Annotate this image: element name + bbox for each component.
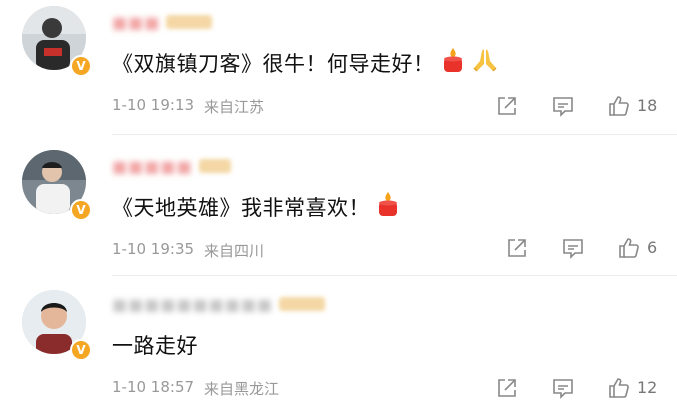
verified-badge: V <box>70 55 92 77</box>
comment-text: 《天地英雄》我非常喜欢！ <box>112 195 370 220</box>
comment-item-2: V ■■■■■ 《天地英雄》我非常喜欢！ 1-10 19:35 来自四川 6 <box>0 140 677 275</box>
comment-meta: 1-10 19:35 来自四川 <box>112 240 264 261</box>
comment-text-row: 《天地英雄》我非常喜欢！ <box>112 190 400 223</box>
location: 来自四川 <box>204 242 265 260</box>
comment-meta: 1-10 19:13 来自江苏 <box>112 96 264 117</box>
comment-icon[interactable] <box>561 236 585 260</box>
comment-item-3: V ■■■■■■■■■■ 一路走好 1-10 18:57 来自黑龙江 12 <box>0 280 677 415</box>
praying-hands-emoji <box>471 46 499 79</box>
candle-emoji <box>441 46 465 79</box>
thumbs-up-icon[interactable] <box>617 236 641 260</box>
level-badge <box>279 297 326 311</box>
username[interactable]: ■■■ <box>112 12 213 32</box>
comment-text-row: 《双旗镇刀客》很牛！何导走好！ <box>112 46 499 79</box>
like-count: 12 <box>637 378 658 397</box>
level-badge <box>198 159 231 173</box>
comment-meta: 1-10 18:57 来自黑龙江 <box>112 378 279 399</box>
comment-text: 一路走好 <box>112 334 198 358</box>
like-count: 6 <box>647 238 658 257</box>
comment-text: 《双旗镇刀客》很牛！何导走好！ <box>112 51 435 76</box>
location: 来自黑龙江 <box>204 380 280 398</box>
share-icon[interactable] <box>505 236 529 260</box>
verified-badge: V <box>70 199 92 221</box>
candle-emoji <box>376 190 400 223</box>
timestamp: 1-10 19:13 <box>112 96 195 114</box>
location: 来自江苏 <box>204 98 265 116</box>
share-icon[interactable] <box>495 94 519 118</box>
share-icon[interactable] <box>495 376 519 400</box>
username[interactable]: ■■■■■ <box>112 156 231 176</box>
timestamp: 1-10 18:57 <box>112 378 195 396</box>
verified-badge: V <box>70 339 92 361</box>
divider <box>112 275 677 276</box>
divider <box>112 134 677 135</box>
comment-text-row: 一路走好 <box>112 330 198 360</box>
thumbs-up-icon[interactable] <box>607 376 631 400</box>
comment-icon[interactable] <box>551 94 575 118</box>
thumbs-up-icon[interactable] <box>607 94 631 118</box>
username[interactable]: ■■■■■■■■■■ <box>112 294 326 314</box>
timestamp: 1-10 19:35 <box>112 240 195 258</box>
comment-item-1: V ■■■ 《双旗镇刀客》很牛！何导走好！ 1-10 19:13 来自江苏 18 <box>0 0 677 130</box>
level-badge <box>166 15 213 29</box>
like-count: 18 <box>637 96 658 115</box>
comment-icon[interactable] <box>551 376 575 400</box>
